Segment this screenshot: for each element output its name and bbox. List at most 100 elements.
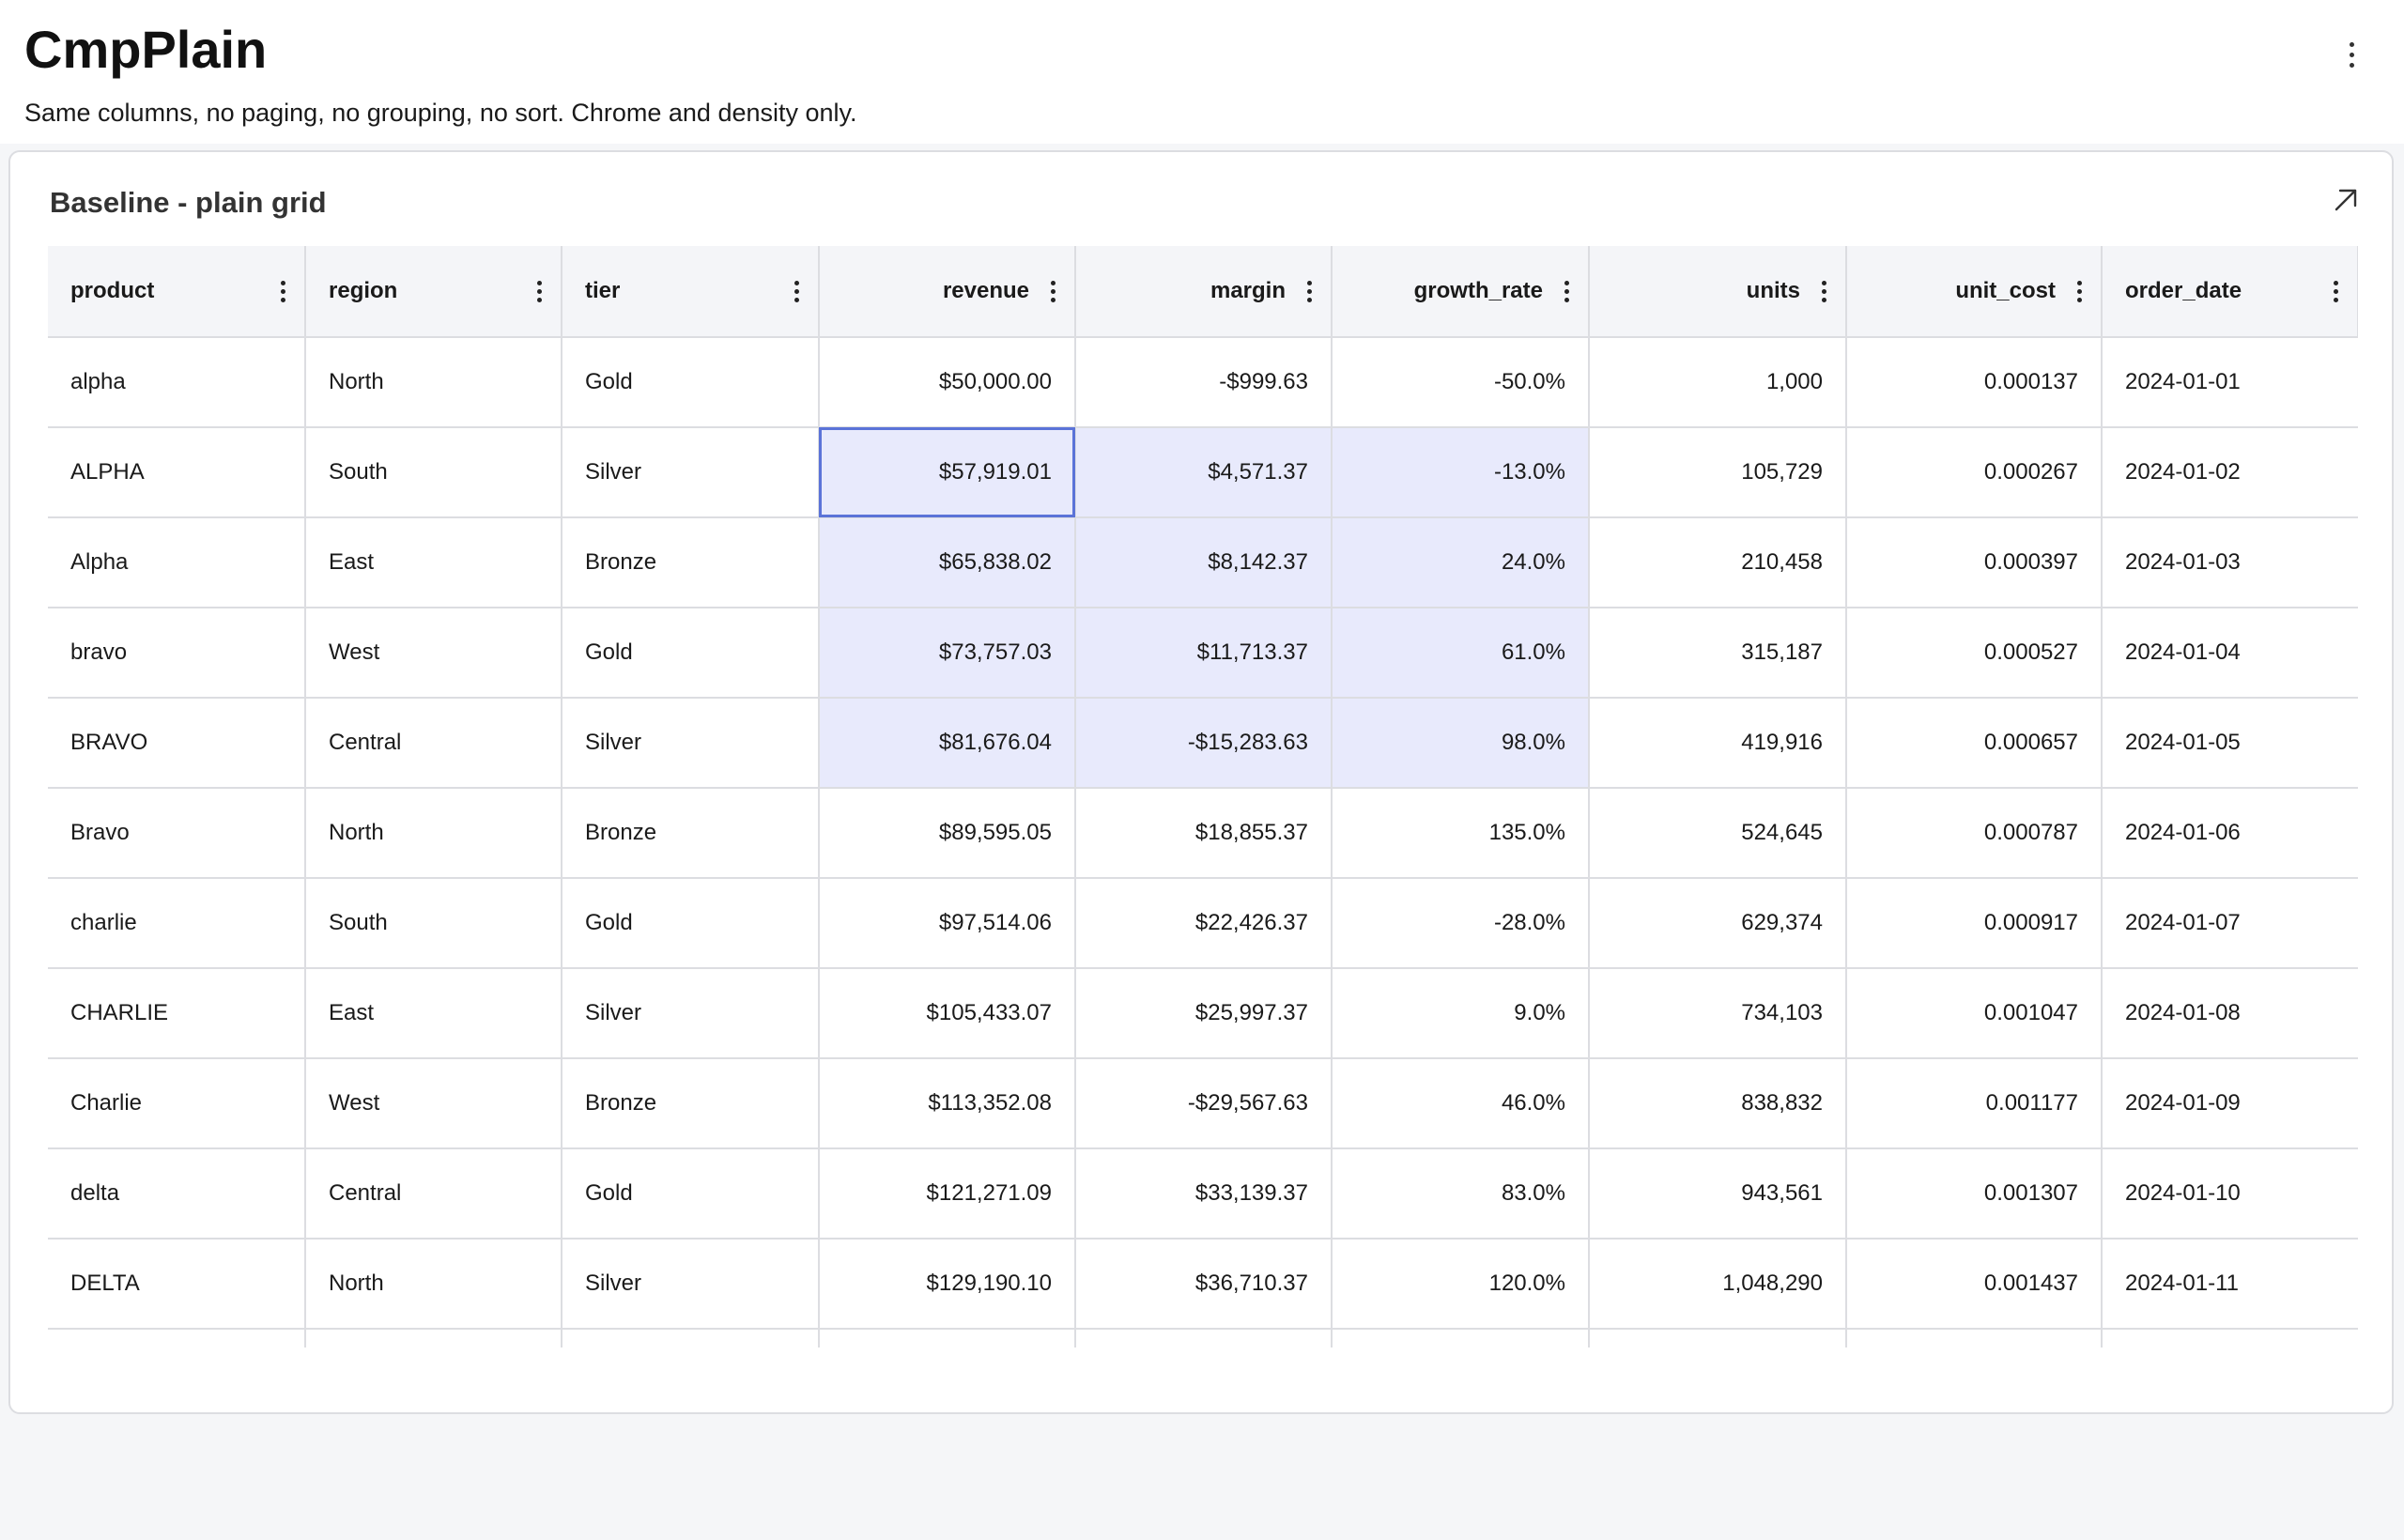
cell-region[interactable]: South xyxy=(305,427,562,518)
cell-revenue[interactable]: $121,271.09 xyxy=(819,1148,1076,1240)
cell-region[interactable]: North xyxy=(305,337,562,428)
cell-tier[interactable]: Gold xyxy=(562,1148,820,1240)
cell-units[interactable]: 1,000 xyxy=(1589,337,1847,428)
cell-margin[interactable]: $33,139.37 xyxy=(1075,1148,1333,1240)
column-menu-icon[interactable] xyxy=(276,280,289,302)
cell-revenue[interactable]: $97,514.06 xyxy=(819,878,1076,969)
cell-product[interactable]: Alpha xyxy=(48,517,306,608)
cell-product[interactable]: Charlie xyxy=(48,1058,306,1149)
cell-margin[interactable]: -$999.63 xyxy=(1075,337,1333,428)
column-menu-icon[interactable] xyxy=(2073,280,2086,302)
cell-growth-rate[interactable]: -50.0% xyxy=(1332,337,1590,428)
table-row[interactable]: Charlie West Bronze $113,352.08 -$29,567.63 4… xyxy=(48,1058,2358,1149)
cell-unit-cost[interactable]: 0.001047 xyxy=(1846,968,2103,1059)
cell-order-date[interactable]: 2024-01-04 xyxy=(2102,608,2358,699)
cell-tier[interactable]: Gold xyxy=(562,337,820,428)
cell-units[interactable]: 315,187 xyxy=(1589,608,1847,699)
cell-order-date[interactable]: 2024-01-10 xyxy=(2102,1148,2358,1240)
cell-order-date[interactable]: 2024-01-07 xyxy=(2102,878,2358,969)
cell-margin[interactable]: $36,710.37 xyxy=(1075,1239,1333,1330)
cell-region[interactable]: West xyxy=(305,1058,562,1149)
cell-margin[interactable]: $8,142.37 xyxy=(1075,517,1333,608)
cell-units[interactable]: 524,645 xyxy=(1589,788,1847,879)
column-header-product[interactable]: product xyxy=(48,246,306,338)
cell-growth-rate[interactable]: 98.0% xyxy=(1332,698,1590,789)
cell-units[interactable]: 1,048,290 xyxy=(1589,1239,1847,1330)
table-row[interactable]: BRAVO Central Silver $81,676.04 -$15,283.63 9… xyxy=(48,698,2358,789)
cell-region[interactable]: East xyxy=(305,517,562,608)
column-header-units[interactable]: units xyxy=(1589,246,1847,338)
table-row[interactable]: delta Central Gold $121,271.09 $33,139.37 83.… xyxy=(48,1148,2358,1240)
cell-margin[interactable]: -$15,283.63 xyxy=(1075,698,1333,789)
column-header-unit-cost[interactable]: unit_cost xyxy=(1846,246,2103,338)
cell-order-date[interactable]: 2024-01-08 xyxy=(2102,968,2358,1059)
cell-growth-rate[interactable]: 120.0% xyxy=(1332,1239,1590,1330)
cell-order-date[interactable]: 2024-01-01 xyxy=(2102,337,2358,428)
cell-units[interactable]: 838,832 xyxy=(1589,1058,1847,1149)
column-header-order-date[interactable]: order_date xyxy=(2102,246,2358,338)
cell-product[interactable]: DELTA xyxy=(48,1239,306,1330)
cell-units[interactable]: 943,561 xyxy=(1589,1148,1847,1240)
cell-tier[interactable]: Bronze xyxy=(562,788,820,879)
cell-revenue[interactable]: $129,190.10 xyxy=(819,1239,1076,1330)
cell-region[interactable]: North xyxy=(305,788,562,879)
cell-unit-cost[interactable]: 0.000527 xyxy=(1846,608,2103,699)
cell-growth-rate[interactable]: -28.0% xyxy=(1332,878,1590,969)
table-row[interactable]: charlie South Gold $97,514.06 $22,426.37 -28.… xyxy=(48,878,2358,969)
cell-product[interactable]: Bravo xyxy=(48,788,306,879)
cell-order-date[interactable]: 2024-01-09 xyxy=(2102,1058,2358,1149)
column-header-region[interactable]: region xyxy=(305,246,562,338)
cell-unit-cost[interactable]: 0.001177 xyxy=(1846,1058,2103,1149)
arrow-up-right-icon[interactable] xyxy=(2330,184,2362,216)
cell-tier[interactable]: Gold xyxy=(562,878,820,969)
cell-units[interactable]: 419,916 xyxy=(1589,698,1847,789)
cell-region[interactable]: Central xyxy=(305,698,562,789)
cell-unit-cost[interactable]: 0.000137 xyxy=(1846,337,2103,428)
cell-margin[interactable]: $22,426.37 xyxy=(1075,878,1333,969)
table-row[interactable]: Alpha East Bronze $65,838.02 $8,142.37 24.0% 2… xyxy=(48,517,2358,608)
cell-growth-rate[interactable]: -13.0% xyxy=(1332,427,1590,518)
column-header-revenue[interactable]: revenue xyxy=(819,246,1076,338)
cell-growth-rate[interactable]: 135.0% xyxy=(1332,788,1590,879)
cell-product[interactable]: ALPHA xyxy=(48,427,306,518)
column-menu-icon[interactable] xyxy=(1560,280,1573,302)
cell-tier[interactable]: Bronze xyxy=(562,1058,820,1149)
table-row[interactable]: Bravo North Bronze $89,595.05 $18,855.37 135.… xyxy=(48,788,2358,879)
column-header-tier[interactable]: tier xyxy=(562,246,820,338)
cell-units[interactable]: 734,103 xyxy=(1589,968,1847,1059)
cell-order-date[interactable]: 2024-01-11 xyxy=(2102,1239,2358,1330)
cell-order-date[interactable]: 2024-01-06 xyxy=(2102,788,2358,879)
cell-revenue[interactable]: $73,757.03 xyxy=(819,608,1076,699)
cell-unit-cost[interactable]: 0.000787 xyxy=(1846,788,2103,879)
more-vertical-icon[interactable] xyxy=(2335,28,2368,81)
cell-margin[interactable]: $18,855.37 xyxy=(1075,788,1333,879)
cell-revenue[interactable]: $50,000.00 xyxy=(819,337,1076,428)
column-menu-icon[interactable] xyxy=(2329,280,2342,302)
cell-revenue[interactable]: $81,676.04 xyxy=(819,698,1076,789)
column-menu-icon[interactable] xyxy=(1302,280,1316,302)
table-row[interactable]: alpha North Gold $50,000.00 -$999.63 -50.0% 1,… xyxy=(48,337,2358,428)
cell-tier[interactable]: Silver xyxy=(562,698,820,789)
cell-order-date[interactable]: 2024-01-05 xyxy=(2102,698,2358,789)
cell-product[interactable]: CHARLIE xyxy=(48,968,306,1059)
cell-region[interactable]: East xyxy=(305,968,562,1059)
cell-growth-rate[interactable]: 61.0% xyxy=(1332,608,1590,699)
cell-unit-cost[interactable]: 0.000267 xyxy=(1846,427,2103,518)
table-row[interactable]: ALPHA South Silver $57,919.01 $4,571.37 -13.0… xyxy=(48,427,2358,518)
cell-unit-cost[interactable]: 0.001437 xyxy=(1846,1239,2103,1330)
cell-units[interactable]: 629,374 xyxy=(1589,878,1847,969)
cell-tier[interactable]: Bronze xyxy=(562,517,820,608)
cell-region[interactable]: North xyxy=(305,1239,562,1330)
cell-unit-cost[interactable]: 0.000657 xyxy=(1846,698,2103,789)
table-row[interactable]: DELTA North Silver $129,190.10 $36,710.37 120… xyxy=(48,1239,2358,1330)
cell-revenue[interactable]: $57,919.01 xyxy=(819,427,1076,518)
cell-growth-rate[interactable]: 24.0% xyxy=(1332,517,1590,608)
cell-region[interactable]: South xyxy=(305,878,562,969)
column-header-growth-rate[interactable]: growth_rate xyxy=(1332,246,1590,338)
cell-unit-cost[interactable]: 0.001307 xyxy=(1846,1148,2103,1240)
cell-product[interactable]: alpha xyxy=(48,337,306,428)
cell-margin[interactable]: $4,571.37 xyxy=(1075,427,1333,518)
cell-tier[interactable]: Silver xyxy=(562,968,820,1059)
cell-tier[interactable]: Gold xyxy=(562,608,820,699)
cell-units[interactable]: 105,729 xyxy=(1589,427,1847,518)
